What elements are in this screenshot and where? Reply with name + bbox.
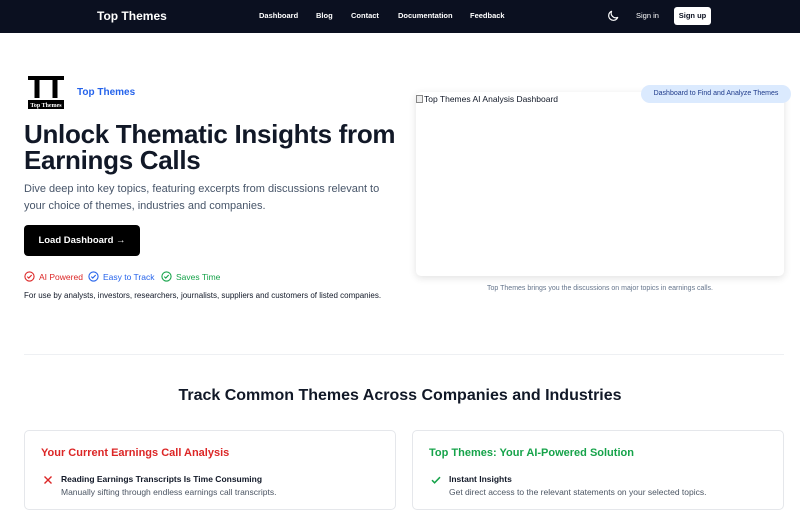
- hero-title: Unlock Thematic Insights from Earnings C…: [24, 119, 396, 175]
- panel-title: Top Themes: Your AI-Powered Solution: [429, 447, 634, 459]
- check-icon: [431, 476, 441, 484]
- top-themes-logo: Top Themes: [28, 76, 64, 109]
- dashboard-preview-card: [416, 92, 784, 276]
- sign-in-link[interactable]: Sign in: [636, 11, 659, 20]
- broken-image-icon: [416, 95, 423, 103]
- nav-documentation[interactable]: Documentation: [398, 11, 453, 20]
- nav-feedback[interactable]: Feedback: [470, 11, 505, 20]
- feature-easy-to-track: Easy to Track: [88, 271, 155, 282]
- check-circle-icon: [88, 271, 99, 282]
- brand-name: Top Themes: [77, 87, 136, 98]
- preview-badge: Dashboard to Find and Analyze Themes: [641, 85, 791, 103]
- section-title: Track Common Themes Across Companies and…: [178, 387, 622, 404]
- feature-label: AI Powered: [39, 271, 83, 282]
- check-circle-icon: [161, 271, 172, 282]
- x-icon: [44, 476, 52, 484]
- feature-label: Easy to Track: [103, 271, 155, 282]
- panel-title: Your Current Earnings Call Analysis: [41, 447, 230, 459]
- load-dashboard-button[interactable]: Load Dashboard →: [24, 225, 140, 256]
- nav-blog[interactable]: Blog: [316, 11, 333, 20]
- feature-saves-time: Saves Time: [161, 271, 220, 282]
- pain-point-title: Reading Earnings Transcripts Is Time Con…: [61, 474, 263, 484]
- feature-ai-powered: AI Powered: [24, 271, 83, 282]
- hero-subtitle: Dive deep into key topics, featuring exc…: [24, 183, 380, 212]
- benefit-title: Instant Insights: [449, 474, 512, 484]
- moon-icon[interactable]: [606, 9, 620, 23]
- sign-up-button[interactable]: Sign up: [674, 7, 711, 25]
- solution-panel: Top Themes: Your AI-Powered Solution Ins…: [412, 430, 784, 510]
- check-circle-icon: [24, 271, 35, 282]
- nav-contact[interactable]: Contact: [351, 11, 379, 20]
- feature-label: Saves Time: [176, 271, 221, 282]
- nav-dashboard[interactable]: Dashboard: [259, 11, 298, 20]
- preview-caption: Top Themes brings you the discussions on…: [487, 285, 713, 292]
- section-divider: [24, 354, 784, 355]
- image-alt-text: Top Themes AI Analysis Dashboard: [424, 94, 559, 104]
- brand-link[interactable]: Top Themes: [97, 9, 167, 23]
- dashboard-preview-image: Top Themes AI Analysis Dashboard: [416, 94, 558, 104]
- current-analysis-panel: Your Current Earnings Call Analysis Read…: [24, 430, 396, 510]
- navbar: Top Themes Dashboard Blog Contact Docume…: [0, 0, 800, 33]
- audience-text: For use by analysts, investors, research…: [24, 291, 382, 300]
- svg-text:Top Themes: Top Themes: [30, 103, 62, 109]
